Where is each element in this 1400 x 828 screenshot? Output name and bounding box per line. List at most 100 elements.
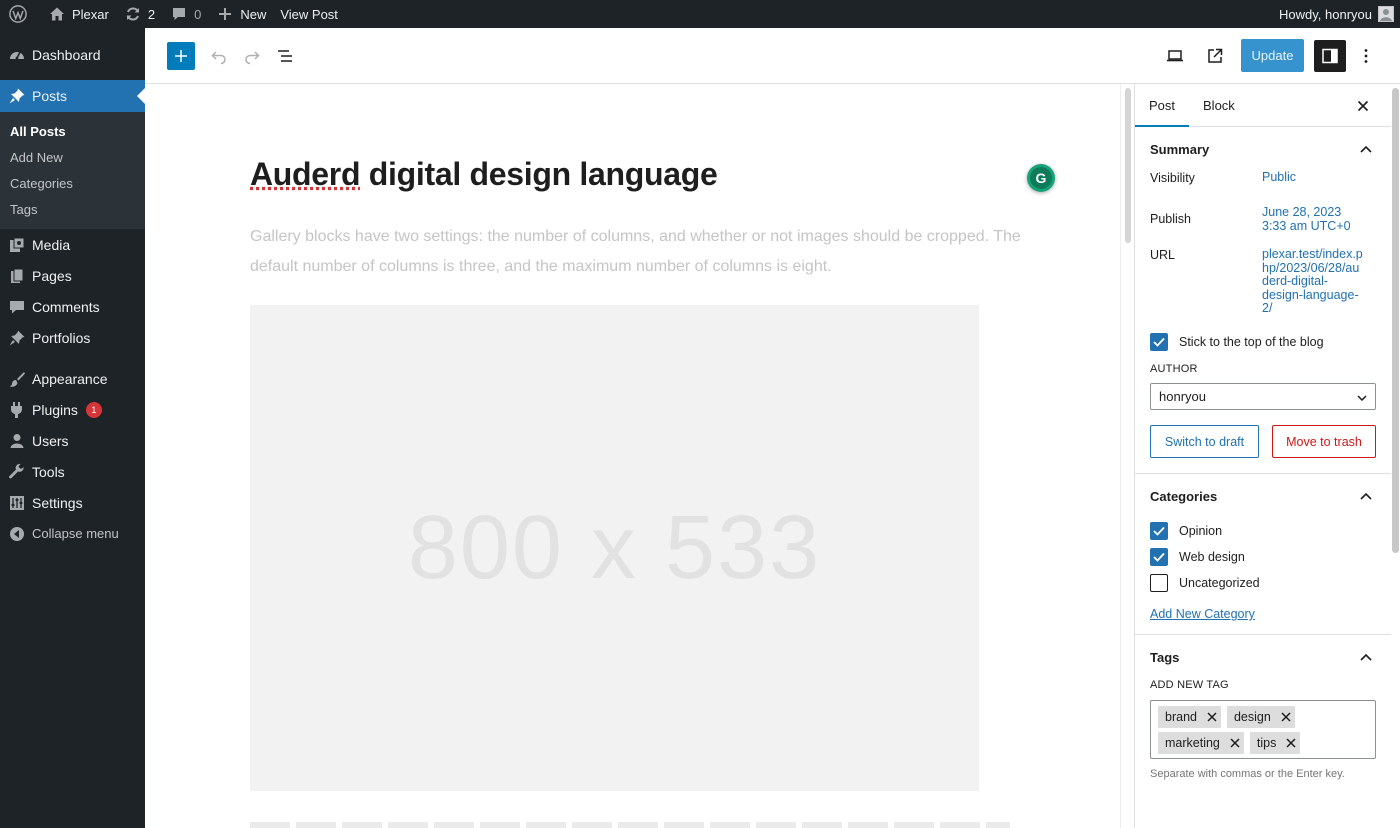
move-to-trash-button[interactable]: Move to trash — [1272, 425, 1376, 458]
checkmark-icon — [1153, 526, 1165, 536]
tags-help-text: Separate with commas or the Enter key. — [1150, 768, 1345, 780]
sticky-checkbox[interactable] — [1150, 333, 1168, 351]
menu-item-settings[interactable]: Settings — [0, 487, 145, 518]
publish-row: Publish June 28, 2023 3:33 am UTC+0 — [1150, 205, 1376, 248]
pushpin-icon — [8, 329, 26, 347]
tags-panel-toggle[interactable]: Tags — [1150, 635, 1376, 679]
close-icon — [1286, 738, 1296, 748]
avatar — [1378, 6, 1394, 22]
menu-item-pages[interactable]: Pages — [0, 260, 145, 291]
sidebar-scrollbar-thumb[interactable] — [1392, 88, 1399, 553]
wordpress-logo-button[interactable] — [0, 0, 40, 28]
remove-tag-button[interactable] — [1226, 738, 1244, 748]
view-post-link[interactable]: View Post — [273, 0, 345, 28]
categories-panel-toggle[interactable]: Categories — [1150, 474, 1376, 518]
submenu-tags[interactable]: Tags — [0, 196, 145, 222]
settings-sidebar-toggle[interactable] — [1314, 39, 1346, 72]
block-inserter-button[interactable] — [167, 41, 195, 70]
comments-link[interactable]: 0 — [162, 0, 208, 28]
tags-token-field[interactable]: brand design marketing tips — [1150, 700, 1376, 759]
category-option-web-design[interactable]: Web design — [1150, 544, 1376, 570]
menu-item-plugins[interactable]: Plugins 1 — [0, 394, 145, 425]
author-select[interactable]: honryou — [1150, 383, 1376, 410]
canvas-scrollbar[interactable] — [1120, 84, 1134, 828]
site-name-link[interactable]: Plexar — [40, 0, 116, 28]
howdy-text: Howdy, honryou — [1279, 6, 1372, 22]
tag-token-label: brand — [1165, 710, 1197, 724]
url-line: hp/2023/06/28/au — [1262, 260, 1360, 275]
close-icon — [1230, 738, 1240, 748]
switch-to-draft-button[interactable]: Switch to draft — [1150, 425, 1259, 458]
menu-item-posts[interactable]: Posts — [0, 80, 145, 112]
my-account-link[interactable]: Howdy, honryou — [1272, 0, 1396, 28]
settings-sidebar: Post Block Summary Visibility Public Pub… — [1134, 84, 1391, 828]
preview-button[interactable] — [1163, 44, 1187, 68]
canvas-scrollbar-thumb[interactable] — [1125, 88, 1131, 243]
updates-link[interactable]: 2 — [116, 0, 162, 28]
update-button[interactable]: Update — [1241, 39, 1304, 72]
redo-button[interactable] — [240, 44, 264, 68]
add-new-tag-label: ADD NEW TAG — [1150, 679, 1229, 691]
sticky-label: Stick to the top of the blog — [1179, 335, 1324, 349]
sidebar-tabs: Post Block — [1135, 84, 1391, 127]
document-overview-button[interactable] — [273, 44, 297, 68]
sidebar-scrollbar[interactable] — [1391, 84, 1400, 828]
category-option-opinion[interactable]: Opinion — [1150, 518, 1376, 544]
wordpress-icon — [8, 4, 28, 24]
menu-item-appearance[interactable]: Appearance — [0, 363, 145, 394]
submenu-categories[interactable]: Categories — [0, 170, 145, 196]
menu-item-portfolios[interactable]: Portfolios — [0, 322, 145, 353]
chevron-up-icon — [1356, 647, 1376, 667]
tab-block-label: Block — [1203, 97, 1235, 113]
url-value-button[interactable]: plexar.test/index.p hp/2023/06/28/au der… — [1262, 247, 1363, 329]
tab-post[interactable]: Post — [1135, 84, 1190, 127]
tab-block[interactable]: Block — [1189, 84, 1249, 126]
menu-item-dashboard[interactable]: Dashboard — [0, 39, 145, 70]
admin-menu: Dashboard Posts All Posts Add New Catego… — [0, 28, 145, 828]
category-checkbox[interactable] — [1150, 574, 1168, 592]
media-icon — [8, 236, 26, 254]
menu-label-portfolios: Portfolios — [32, 329, 91, 346]
menu-label-comments: Comments — [32, 298, 100, 315]
close-icon — [1281, 712, 1291, 722]
options-button[interactable] — [1354, 44, 1378, 68]
settings-icon — [8, 494, 26, 512]
post-title-misspelled-word: Auderd — [250, 156, 361, 192]
menu-item-media[interactable]: Media — [0, 229, 145, 260]
grammarly-button[interactable]: G — [1027, 164, 1055, 192]
publish-date-button[interactable]: June 28, 2023 3:33 am UTC+0 — [1262, 205, 1351, 233]
grammarly-icon: G — [1035, 170, 1047, 186]
collapse-menu-button[interactable]: Collapse menu — [0, 518, 145, 549]
tab-post-label: Post — [1149, 97, 1176, 113]
summary-panel-toggle[interactable]: Summary — [1150, 127, 1376, 171]
submenu-add-new[interactable]: Add New — [0, 144, 145, 170]
checkmark-icon — [1153, 552, 1165, 562]
users-icon — [8, 432, 26, 450]
post-title[interactable]: Auderd digital design language — [250, 156, 718, 193]
category-option-uncategorized[interactable]: Uncategorized — [1150, 570, 1376, 596]
view-post-button[interactable] — [1203, 44, 1227, 68]
menu-item-comments[interactable]: Comments — [0, 291, 145, 322]
tags-panel: Tags ADD NEW TAG brand design marketing … — [1135, 635, 1391, 780]
menu-item-tools[interactable]: Tools — [0, 456, 145, 487]
undo-button[interactable] — [207, 44, 231, 68]
image-block[interactable]: 800 x 533 — [250, 305, 979, 791]
remove-tag-button[interactable] — [1203, 712, 1221, 722]
remove-tag-button[interactable] — [1277, 712, 1295, 722]
category-checkbox[interactable] — [1150, 522, 1168, 540]
admin-bar: Plexar 2 0 New View Post Howdy, honryou — [0, 0, 1400, 28]
new-content-link[interactable]: New — [208, 0, 273, 28]
sticky-option[interactable]: Stick to the top of the blog — [1150, 329, 1376, 355]
menu-label-plugins: Plugins — [32, 401, 78, 418]
close-sidebar-button[interactable] — [1353, 96, 1373, 116]
tag-token: tips — [1249, 732, 1301, 754]
remove-tag-button[interactable] — [1282, 738, 1300, 748]
submenu-all-posts[interactable]: All Posts — [0, 118, 145, 144]
visibility-value-button[interactable]: Public — [1262, 170, 1296, 185]
paragraph-block[interactable]: Gallery blocks have two settings: the nu… — [250, 222, 1040, 282]
menu-item-users[interactable]: Users — [0, 425, 145, 456]
add-new-category-link[interactable]: Add New Category — [1150, 607, 1255, 621]
category-checkbox[interactable] — [1150, 548, 1168, 566]
url-line: 2/ — [1262, 301, 1273, 315]
comments-count: 0 — [194, 6, 202, 22]
